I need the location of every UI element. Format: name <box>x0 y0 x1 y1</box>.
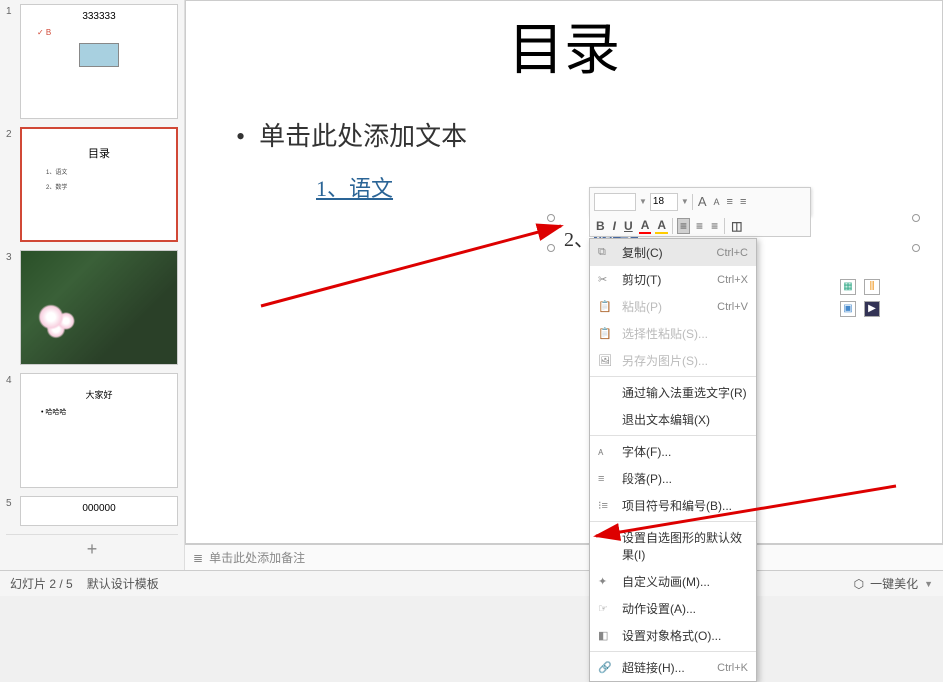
link-icon: 🔗 <box>598 661 614 674</box>
align-left-button[interactable]: ≡ <box>677 218 690 234</box>
insert-chart-icon[interactable]: ⫼ <box>864 279 880 295</box>
thumb2-sub2: 2、数学 <box>46 182 172 191</box>
bullet-list-icon[interactable]: ≡ <box>725 196 735 208</box>
insert-table-icon[interactable]: ▦ <box>840 279 856 295</box>
menu-font[interactable]: ᴀ 字体(F)... <box>590 438 756 465</box>
menu-hyperlink[interactable]: 🔗 超链接(H)... Ctrl+K <box>590 654 756 681</box>
font-size-select[interactable] <box>650 193 678 211</box>
thumbnail-panel[interactable]: 1 333333 ✓ B 2 目录 1、语文 2、数学 3 4 大家好 <box>0 0 185 570</box>
slide-title[interactable]: 目录 <box>186 5 942 86</box>
menu-save-as-pic: 🖼 另存为图片(S)... <box>590 347 756 374</box>
thumb1-title: 333333 <box>25 11 173 22</box>
action-icon: ☞ <box>598 602 614 615</box>
menu-shape-defaults[interactable]: 设置自选图形的默认效果(I) <box>590 524 756 568</box>
thumb5-title: 000000 <box>25 503 173 514</box>
thumb-num-2: 2 <box>6 127 16 242</box>
font-family-select[interactable] <box>594 193 636 211</box>
font-icon: ᴀ <box>598 446 614 458</box>
bullet-placeholder[interactable]: 单击此处添加文本 <box>236 116 912 153</box>
number-list-icon[interactable]: ≡ <box>738 196 748 208</box>
menu-paragraph[interactable]: ≡ 段落(P)... <box>590 465 756 492</box>
thumb1-check: ✓ B <box>37 28 173 37</box>
highlight-button[interactable]: A <box>655 218 668 234</box>
beautify-button[interactable]: 一键美化 <box>870 575 918 592</box>
thumb-num-4: 4 <box>6 373 16 488</box>
thumb2-title: 目录 <box>26 145 172 161</box>
context-menu[interactable]: ⧉ 复制(C) Ctrl+C ✂ 剪切(T) Ctrl+X 📋 粘贴(P) Ct… <box>589 238 757 682</box>
mini-toolbar[interactable]: ▼ ▼ A A ≡ ≡ <box>589 187 811 216</box>
slide-thumb-5[interactable]: 000000 <box>20 496 178 526</box>
italic-button[interactable]: I <box>611 219 618 233</box>
menu-paste-special: 📋 选择性粘贴(S)... <box>590 320 756 347</box>
menu-exit-text[interactable]: 退出文本编辑(X) <box>590 406 756 433</box>
underline-button[interactable]: U <box>622 219 635 233</box>
canvas-area: 目录 单击此处添加文本 1、语文 2、数学 ▦ ⫼ ▣ ▶ <box>185 0 943 570</box>
status-bar: 幻灯片 2 / 5 默认设计模板 ⬡ 一键美化 ▼ <box>0 570 943 596</box>
decrease-font-icon[interactable]: A <box>712 197 722 207</box>
paste-special-icon: 📋 <box>598 327 614 340</box>
shape-button[interactable]: ◫ <box>729 219 744 233</box>
align-center-button[interactable]: ≡ <box>694 219 705 233</box>
beautify-icon: ⬡ <box>854 577 864 591</box>
increase-font-icon[interactable]: A <box>696 194 709 209</box>
insert-media-icon[interactable]: ▶ <box>864 301 880 317</box>
slide-thumb-2[interactable]: 目录 1、语文 2、数学 <box>20 127 178 242</box>
format-icon: ◧ <box>598 629 614 642</box>
template-name: 默认设计模板 <box>87 575 159 592</box>
bold-button[interactable]: B <box>594 219 607 233</box>
notes-icon: ≣ <box>193 551 203 565</box>
slide-thumb-4[interactable]: 大家好 • 哈哈哈 <box>20 373 178 488</box>
menu-bullets[interactable]: ⁝≡ 项目符号和编号(B)... <box>590 492 756 519</box>
menu-copy[interactable]: ⧉ 复制(C) Ctrl+C <box>590 239 756 266</box>
bullets-icon: ⁝≡ <box>598 499 614 512</box>
save-pic-icon: 🖼 <box>598 354 614 367</box>
cut-icon: ✂ <box>598 273 614 286</box>
slide-canvas[interactable]: 目录 单击此处添加文本 1、语文 2、数学 ▦ ⫼ ▣ ▶ <box>185 0 943 544</box>
paste-icon: 📋 <box>598 300 614 313</box>
slide-thumb-1[interactable]: 333333 ✓ B <box>20 4 178 119</box>
thumb-num-1: 1 <box>6 4 16 119</box>
annotation-arrow-1 <box>256 196 576 316</box>
add-slide-button[interactable]: + <box>6 534 178 564</box>
font-color-button[interactable]: A <box>639 218 652 234</box>
content-insert-icons: ▦ ⫼ ▣ ▶ <box>840 279 882 317</box>
thumb4-title: 大家好 <box>25 388 173 401</box>
thumb2-sub1: 1、语文 <box>46 167 172 176</box>
menu-format-object[interactable]: ◧ 设置对象格式(O)... <box>590 622 756 649</box>
insert-picture-icon[interactable]: ▣ <box>840 301 856 317</box>
animation-icon: ✦ <box>598 575 614 588</box>
format-toolbar[interactable]: B I U A A ≡ ≡ ≡ ◫ <box>589 215 811 237</box>
thumb-num-3: 3 <box>6 250 16 365</box>
thumb1-rect <box>79 43 119 67</box>
menu-cut[interactable]: ✂ 剪切(T) Ctrl+X <box>590 266 756 293</box>
notes-bar[interactable]: ≣ 单击此处添加备注 <box>185 544 943 570</box>
copy-icon: ⧉ <box>598 246 614 259</box>
menu-custom-animation[interactable]: ✦ 自定义动画(M)... <box>590 568 756 595</box>
thumb-num-5: 5 <box>6 496 16 526</box>
slide-thumb-3[interactable] <box>20 250 178 365</box>
menu-action-settings[interactable]: ☞ 动作设置(A)... <box>590 595 756 622</box>
thumb3-image <box>21 251 177 364</box>
paragraph-icon: ≡ <box>598 473 614 485</box>
thumb4-sub: • 哈哈哈 <box>41 407 173 417</box>
menu-ime-reselect[interactable]: 通过输入法重选文字(R) <box>590 379 756 406</box>
notes-placeholder[interactable]: 单击此处添加备注 <box>209 549 305 566</box>
menu-paste: 📋 粘贴(P) Ctrl+V <box>590 293 756 320</box>
align-right-button[interactable]: ≡ <box>709 219 720 233</box>
slide-counter: 幻灯片 2 / 5 <box>10 575 73 592</box>
